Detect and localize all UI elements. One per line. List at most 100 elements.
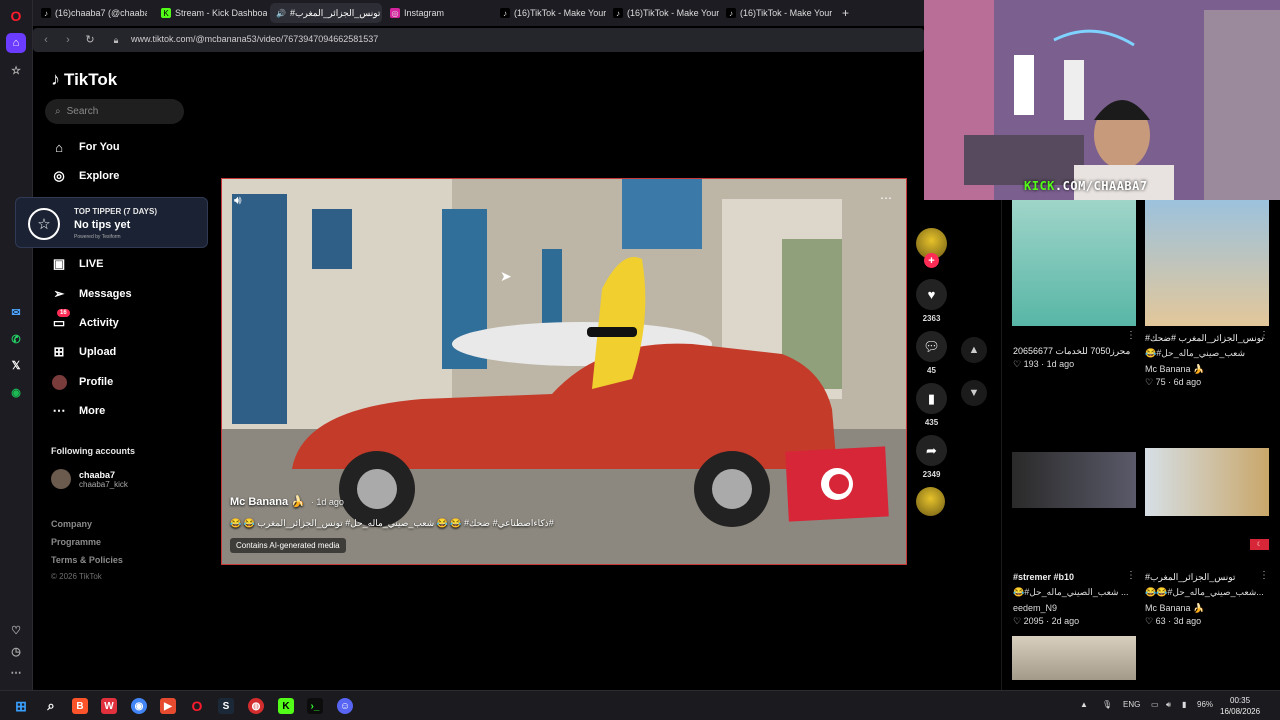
browser-sidebar: O ⌂ ☆ ✉ ✆ 𝕏 ◉ ♡ ◷ ⋯: [0, 0, 33, 690]
card-title[interactable]: #تونس_الجزائر_المغرب #ضحك: [1145, 333, 1264, 344]
forward-icon[interactable]: ›: [61, 33, 75, 47]
brave-icon[interactable]: B: [72, 698, 88, 714]
footer-link-terms[interactable]: Terms & Policies: [51, 555, 123, 565]
card-age: 1d ago: [1046, 359, 1075, 369]
tab-tiktok-chaaba7[interactable]: ♪ (16)chaaba7 (@chaaba7_k: [35, 3, 147, 23]
more-icon[interactable]: ⋮: [1126, 570, 1136, 581]
video-thumbnail[interactable]: [1012, 200, 1136, 326]
system-clock[interactable]: 00:35 16/08/2026: [1220, 695, 1260, 717]
home-icon[interactable]: ⌂: [6, 33, 26, 53]
following-account[interactable]: chaaba7 chaaba7_kick: [51, 469, 128, 489]
card-title[interactable]: #تونس_الجزائر_المغرب: [1145, 572, 1235, 583]
discord-icon[interactable]: ☺: [337, 698, 353, 714]
battery-icon[interactable]: ▮: [1182, 700, 1186, 709]
footer-link-programme[interactable]: Programme: [51, 537, 101, 547]
like-action[interactable]: ♥ 2363: [916, 279, 947, 323]
footer-link-company[interactable]: Company: [51, 519, 92, 529]
tab-tiktok[interactable]: ♪ (16)TikTok - Make Your Da: [720, 3, 832, 23]
url-field[interactable]: www.tiktok.com/@mcbanana53/video/7673947…: [131, 34, 378, 44]
video-thumbnail[interactable]: [1145, 200, 1269, 326]
spotify-icon[interactable]: ◉: [6, 382, 26, 402]
nav-live[interactable]: ▣ LIVE: [51, 256, 104, 272]
card-author[interactable]: eedem_N9: [1013, 603, 1057, 613]
kick-icon[interactable]: K: [278, 698, 294, 714]
card-likes: ♡ 75: [1145, 377, 1166, 387]
display-icon[interactable]: ▭: [1151, 700, 1159, 709]
microphone-icon[interactable]: 🎙︎: [1102, 700, 1112, 709]
account-handle: chaaba7_kick: [79, 479, 128, 489]
nav-for-you[interactable]: ⌂ For You: [51, 139, 119, 155]
pinboard-icon[interactable]: ☆: [6, 60, 26, 80]
previous-video-button[interactable]: ▲: [961, 337, 987, 363]
battery-percent: 96%: [1197, 700, 1214, 709]
more-icon[interactable]: ⋮: [1126, 330, 1136, 341]
more-icon[interactable]: ⋯: [6, 662, 26, 682]
x-icon[interactable]: 𝕏: [6, 355, 26, 375]
share-icon: ➦: [916, 435, 947, 466]
heart-icon[interactable]: ♡: [6, 620, 26, 640]
tiktok-note-icon: ♪: [51, 69, 60, 89]
opera-icon[interactable]: O: [189, 698, 205, 714]
tab-label: (16)chaaba7 (@chaaba7_k: [55, 8, 147, 18]
search-input[interactable]: ⌕ Search: [45, 99, 184, 124]
tab-tiktok[interactable]: ♪ (16)TikTok - Make Your Da: [607, 3, 719, 23]
card-author[interactable]: Mc Banana 🍌: [1145, 364, 1204, 375]
comment-icon: 💬︎: [916, 331, 947, 362]
new-tab-button[interactable]: +: [836, 3, 854, 23]
steam-icon[interactable]: S: [218, 698, 234, 714]
mouse-cursor-icon: ➤: [500, 268, 512, 284]
wps-icon[interactable]: W: [101, 698, 117, 714]
reload-icon[interactable]: ↻: [83, 33, 97, 47]
tab-current-video[interactable]: 🔊 #تونس_الجزائر_المغرب: [270, 3, 382, 23]
save-action[interactable]: ▮ 435: [916, 383, 947, 427]
nav-upload[interactable]: ⊞ Upload: [51, 344, 117, 360]
volume-icon[interactable]: 🔊︎: [234, 193, 242, 208]
app-icon[interactable]: ◍: [248, 698, 264, 714]
history-icon[interactable]: ◷: [6, 641, 26, 661]
opera-logo-icon[interactable]: O: [6, 6, 26, 26]
app-icon[interactable]: ▶: [160, 698, 176, 714]
tab-label: Instagram: [404, 8, 445, 18]
tab-kick-dashboard[interactable]: K Stream - Kick Dashboard: [155, 3, 267, 23]
nav-explore[interactable]: ◎ Explore: [51, 168, 119, 184]
chrome-icon[interactable]: ◉: [131, 698, 147, 714]
next-video-button[interactable]: ▼: [961, 380, 987, 406]
sound-disc-icon[interactable]: [916, 487, 945, 516]
compass-icon: ◎: [53, 168, 65, 183]
following-header: Following accounts: [51, 446, 136, 456]
speaker-icon[interactable]: 🔊︎: [1166, 700, 1171, 710]
card-author[interactable]: Mc Banana 🍌: [1145, 603, 1204, 614]
whatsapp-icon[interactable]: ✆: [6, 329, 26, 349]
nav-activity[interactable]: ▭ 16 Activity: [51, 309, 119, 331]
video-player[interactable]: 🔊︎ ⋯ Mc Banana 🍌 · 1d ago 😂 😂 ذكاءاصطناعي…: [221, 178, 907, 565]
language-indicator[interactable]: ENG: [1123, 700, 1140, 709]
nav-messages[interactable]: ➢ Messages: [51, 286, 132, 302]
card-title[interactable]: محرز7050 للخدمات 20656677: [1013, 346, 1130, 357]
video-thumbnail[interactable]: [1012, 636, 1136, 680]
more-options-icon[interactable]: ⋯: [880, 191, 892, 205]
lock-icon: 🔒︎: [113, 35, 119, 45]
video-author[interactable]: Mc Banana 🍌 · 1d ago: [230, 495, 344, 508]
tiktok-logo[interactable]: ♪ TikTok: [51, 69, 117, 90]
clock-time: 00:35: [1230, 696, 1251, 705]
search-icon[interactable]: ⌕: [43, 698, 59, 714]
more-icon[interactable]: ⋮: [1259, 570, 1269, 581]
more-icon[interactable]: ⋮: [1259, 330, 1269, 341]
comment-action[interactable]: 💬︎ 45: [916, 331, 947, 375]
plus-square-icon: ⊞: [53, 344, 65, 359]
nav-more[interactable]: ⋯ More: [51, 403, 106, 419]
avatar: [51, 374, 67, 390]
share-action[interactable]: ➦ 2349: [916, 435, 947, 479]
card-title[interactable]: #stremer #b10: [1013, 572, 1074, 582]
follow-plus-icon[interactable]: +: [924, 253, 939, 268]
chevron-up-icon[interactable]: ▲: [1080, 700, 1088, 709]
messenger-icon[interactable]: ✉: [6, 302, 26, 322]
video-thumbnail[interactable]: [1145, 448, 1269, 516]
windows-start-icon[interactable]: ⊞: [13, 698, 29, 714]
terminal-icon[interactable]: ›_: [307, 698, 323, 714]
back-icon[interactable]: ‹: [39, 33, 53, 47]
tab-instagram[interactable]: ◎ Instagram: [384, 3, 494, 23]
nav-profile[interactable]: Profile: [51, 374, 113, 390]
tab-tiktok[interactable]: ♪ (16)TikTok - Make Your Da: [494, 3, 606, 23]
video-thumbnail[interactable]: [1012, 452, 1136, 508]
